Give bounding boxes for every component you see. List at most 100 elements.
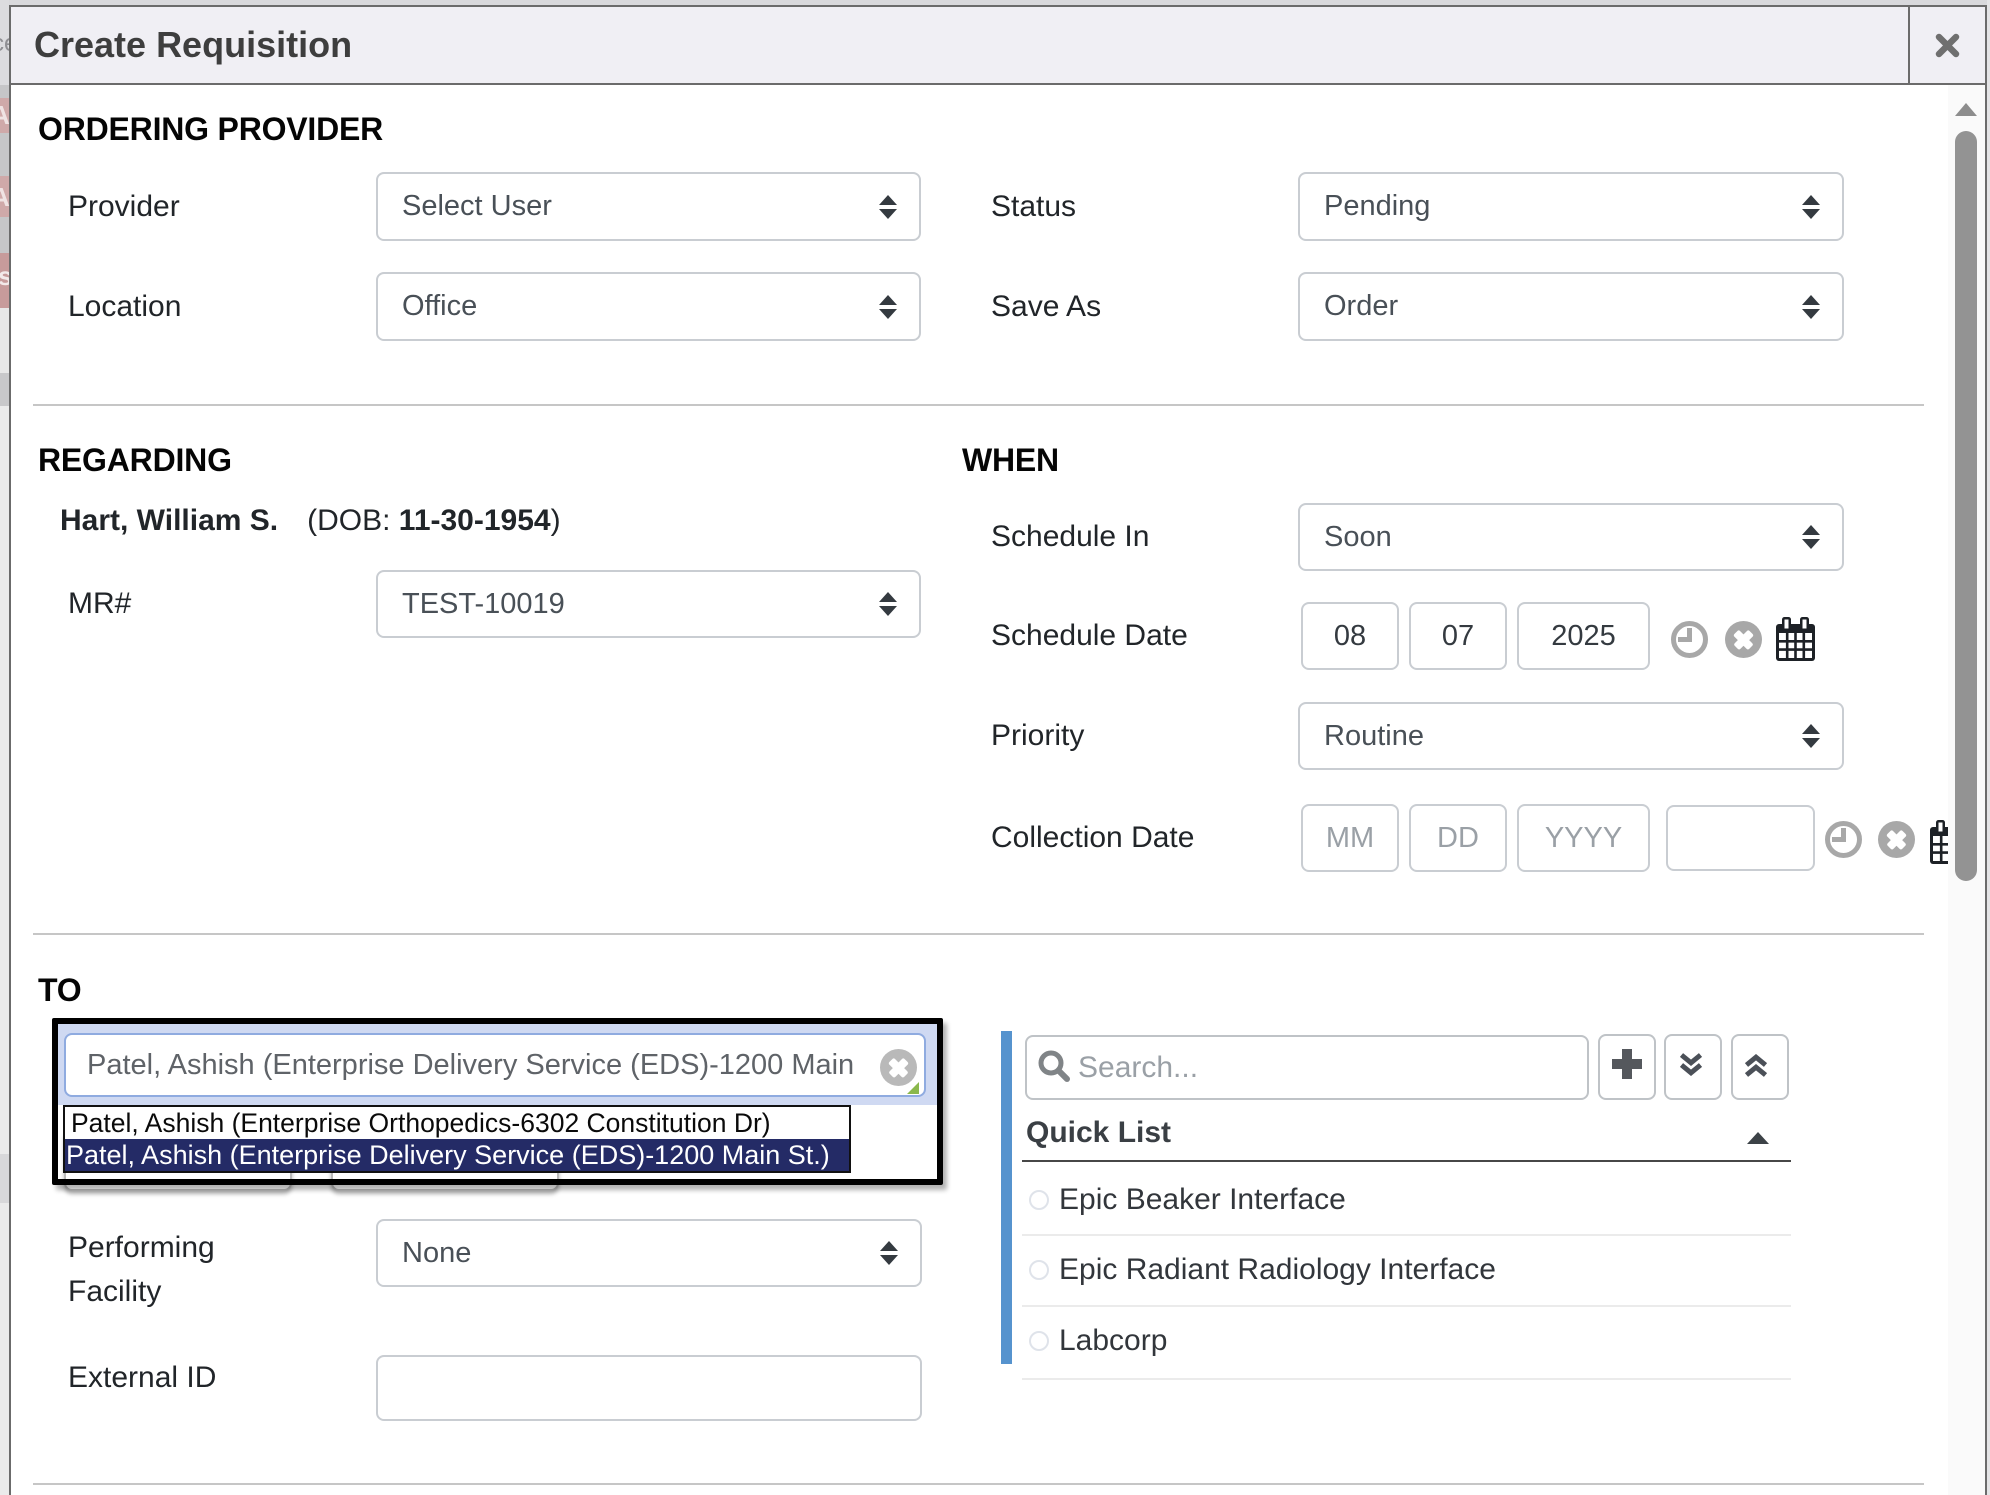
recipient-clear-icon[interactable] [880, 1049, 917, 1086]
quick-list-title: Quick List [1026, 1116, 1171, 1149]
section-divider [33, 933, 1924, 935]
caret-down-triangle [879, 309, 897, 319]
section-divider [33, 1483, 1924, 1485]
save-as-select[interactable]: Order [1298, 272, 1844, 341]
collection-date-year-input[interactable] [1517, 804, 1650, 872]
section-heading-ordering-provider: ORDERING PROVIDER [38, 111, 383, 148]
section-heading-when: WHEN [962, 442, 1059, 479]
caret-down-triangle [879, 606, 897, 616]
radio-button[interactable] [1029, 1190, 1049, 1210]
list-separator [1022, 1378, 1791, 1380]
priority-select-value: Routine [1324, 720, 1424, 753]
caret-down-triangle [1802, 539, 1820, 549]
collection-date-label: Collection Date [991, 804, 1194, 872]
mr-select[interactable]: TEST-10019 [376, 570, 921, 638]
quick-list-item-labcorp[interactable]: Labcorp [1022, 1306, 1791, 1376]
directory-accent-bar [1001, 1031, 1012, 1364]
save-as-label: Save As [991, 272, 1101, 341]
select-caret-icon [1802, 295, 1820, 319]
modal-title: Create Requisition [34, 7, 352, 83]
caret-down-triangle [879, 209, 897, 219]
expand-all-button[interactable] [1664, 1034, 1722, 1100]
collection-date-clear-icon[interactable] [1878, 821, 1915, 858]
resize-handle-icon [907, 1082, 919, 1094]
schedule-date-year-input[interactable] [1517, 602, 1650, 670]
background-strip [0, 308, 9, 373]
collection-date-time-icon[interactable] [1825, 821, 1862, 858]
priority-select[interactable]: Routine [1298, 702, 1844, 770]
add-button[interactable] [1598, 1034, 1656, 1100]
scroll-up-arrow-icon[interactable] [1955, 103, 1977, 116]
patient-line: Hart, William S. (DOB: 11-30-1954) [60, 491, 561, 551]
scrollbar-thumb[interactable] [1955, 131, 1977, 881]
caret-down-triangle [1802, 738, 1820, 748]
quick-list-header[interactable]: Quick List [1026, 1116, 1791, 1154]
location-select[interactable]: Office [376, 272, 921, 341]
close-x-icon [1934, 32, 1961, 59]
mr-label: MR# [68, 570, 131, 638]
search-icon [1036, 1048, 1076, 1088]
background-strip [0, 85, 9, 98]
performing-facility-label-line1: Performing [68, 1226, 215, 1270]
schedule-date-month-input[interactable] [1301, 602, 1399, 670]
section-heading-to: TO [38, 972, 81, 1009]
suggestion-item-highlighted[interactable]: Patel, Ashish (Enterprise Delivery Servi… [65, 1139, 849, 1171]
modal-body: ORDERING PROVIDER Provider Select User S… [11, 85, 1985, 1495]
select-caret-icon [879, 295, 897, 319]
performing-facility-select-value: None [402, 1237, 471, 1270]
background-strip: A [0, 98, 9, 133]
caret-down-triangle [1802, 309, 1820, 319]
performing-facility-label: Performing Facility [68, 1214, 215, 1326]
close-button[interactable] [1908, 7, 1985, 83]
caret-up-triangle [1802, 295, 1820, 305]
section-heading-regarding: REGARDING [38, 442, 232, 479]
schedule-date-time-icon[interactable] [1671, 621, 1708, 658]
caret-up-triangle [1802, 525, 1820, 535]
quick-list-item-label: Epic Beaker Interface [1059, 1183, 1346, 1217]
save-as-select-value: Order [1324, 290, 1398, 323]
dob-suffix: ) [551, 504, 561, 537]
collection-date-day-input[interactable] [1409, 804, 1507, 872]
select-caret-icon [1802, 525, 1820, 549]
schedule-date-day-input[interactable] [1409, 602, 1507, 670]
collection-date-month-input[interactable] [1301, 804, 1399, 872]
caret-up-triangle [1802, 724, 1820, 734]
search-input[interactable] [1076, 1051, 1587, 1085]
background-strip [0, 373, 9, 406]
collapse-all-button[interactable] [1731, 1034, 1789, 1100]
schedule-date-clear-icon[interactable] [1725, 621, 1762, 658]
schedule-in-select[interactable]: Soon [1298, 503, 1844, 571]
quick-list-item-epic-radiant[interactable]: Epic Radiant Radiology Interface [1022, 1235, 1791, 1305]
quick-list-item-epic-beaker[interactable]: Epic Beaker Interface [1022, 1165, 1791, 1235]
quick-list-item-label: Epic Radiant Radiology Interface [1059, 1253, 1496, 1287]
caret-down-triangle [1802, 209, 1820, 219]
caret-up-triangle [880, 1241, 898, 1251]
recipient-input[interactable] [64, 1033, 926, 1097]
section-divider [33, 404, 1924, 406]
select-caret-icon [880, 1241, 898, 1265]
radio-button[interactable] [1029, 1260, 1049, 1280]
schedule-in-label: Schedule In [991, 503, 1149, 571]
radio-button[interactable] [1029, 1331, 1049, 1351]
quick-list-underline [1022, 1160, 1791, 1162]
caret-up-triangle [879, 592, 897, 602]
status-label: Status [991, 172, 1076, 241]
schedule-date-calendar-icon[interactable] [1776, 617, 1815, 661]
priority-label: Priority [991, 702, 1084, 770]
background-strip: A [0, 176, 9, 217]
caret-down-triangle [880, 1255, 898, 1265]
modal-scrollbar[interactable] [1948, 85, 1985, 1495]
chevron-double-down-icon [1678, 1050, 1704, 1076]
suggestion-item[interactable]: Patel, Ashish (Enterprise Orthopedics-63… [65, 1107, 849, 1139]
provider-select[interactable]: Select User [376, 172, 921, 241]
collection-date-time-input[interactable] [1666, 805, 1815, 871]
external-id-label: External ID [68, 1345, 216, 1411]
mr-select-value: TEST-10019 [402, 588, 565, 621]
dob-prefix: (DOB: [307, 504, 399, 537]
create-requisition-modal: Create Requisition ORDERING PROVIDER Pro… [9, 5, 1987, 1495]
external-id-input[interactable] [376, 1355, 922, 1421]
performing-facility-select[interactable]: None [376, 1219, 922, 1287]
patient-dob: (DOB: 11-30-1954) [307, 504, 560, 538]
chevron-double-up-icon [1743, 1054, 1769, 1080]
status-select[interactable]: Pending [1298, 172, 1844, 241]
